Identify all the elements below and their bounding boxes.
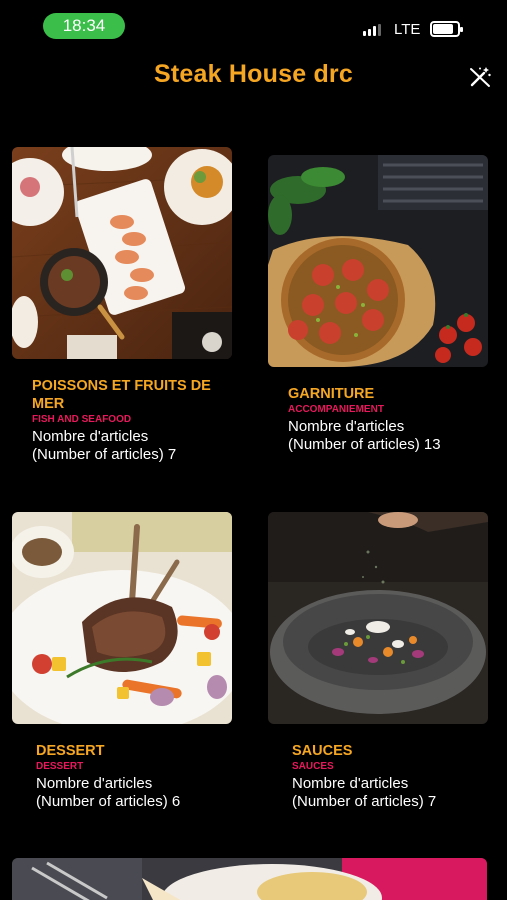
category-title: SAUCES: [292, 743, 353, 759]
category-info: POISSONS ET FRUITS DE MER FISH AND SEAFO…: [32, 377, 242, 464]
category-subtitle: ACCOMPANIEMENT: [288, 404, 384, 415]
stone-bowl-image: [268, 512, 488, 724]
category-info: DESSERT DESSERT Nombre d'articles (Numbe…: [36, 742, 246, 811]
category-subtitle: DESSERT: [36, 761, 84, 772]
seafood-platter-image: [12, 147, 232, 359]
category-count-value: (Number of articles) 7: [292, 793, 437, 810]
network-label: LTE: [394, 21, 421, 38]
status-bar: 18:34 LTE: [0, 0, 507, 52]
category-subtitle: SAUCES: [292, 761, 334, 772]
category-title: GARNITURE: [288, 386, 375, 402]
category-count-value: (Number of articles) 6: [36, 793, 181, 810]
category-count-value: (Number of articles) 13: [288, 436, 441, 453]
category-card-partial[interactable]: [12, 858, 487, 900]
category-count-value: (Number of articles) 7: [32, 446, 177, 463]
battery-icon: [430, 21, 463, 37]
category-count-label: Nombre d'articles: [288, 418, 405, 435]
page-title: Steak House drc: [154, 60, 353, 88]
tomato-tart-image: [268, 155, 488, 367]
category-info: SAUCES SAUCES Nombre d'articles (Number …: [292, 742, 502, 811]
category-count-label: Nombre d'articles: [36, 775, 153, 792]
app-screen: 18:34 LTE Steak House drc POISSONS ET FR…: [0, 0, 507, 900]
battery-level: [433, 24, 453, 34]
category-subtitle: FISH AND SEAFOOD: [32, 414, 132, 425]
category-title: POISSONS ET FRUITS DE MER: [32, 378, 211, 412]
app-header: Steak House drc: [0, 52, 507, 100]
no-magic-wand-icon[interactable]: [467, 64, 493, 90]
category-title: DESSERT: [36, 743, 105, 759]
category-count-label: Nombre d'articles: [292, 775, 409, 792]
category-count-label: Nombre d'articles: [32, 428, 149, 445]
signal-icon: [363, 24, 381, 36]
lamb-rack-image: [12, 512, 232, 724]
status-time: 18:34: [43, 13, 125, 39]
category-info: GARNITURE ACCOMPANIEMENT Nombre d'articl…: [288, 385, 498, 454]
